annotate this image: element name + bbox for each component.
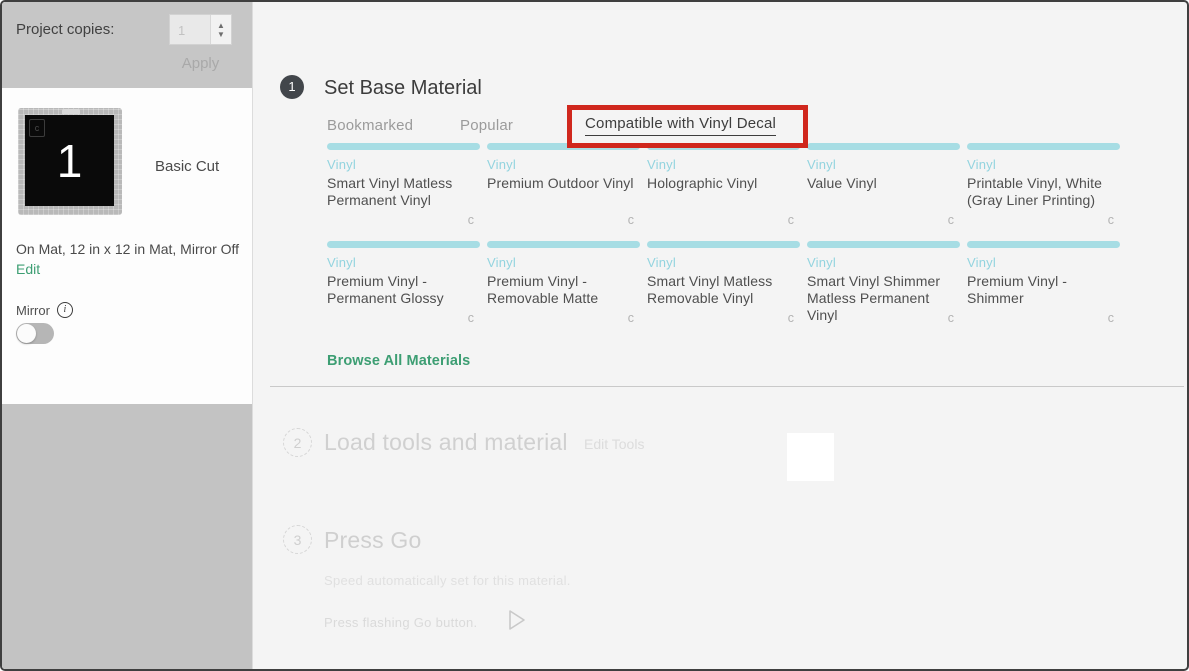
card-name: Premium Vinyl - Shimmer — [967, 273, 1120, 307]
material-card[interactable]: Vinyl Smart Vinyl Matless Removable Viny… — [647, 241, 800, 327]
cricut-badge-icon: c — [788, 311, 794, 325]
cricut-badge-icon: c — [468, 213, 474, 227]
section-divider — [270, 386, 1184, 387]
mat-number: 1 — [57, 134, 83, 188]
edit-tools-link[interactable]: Edit Tools — [584, 436, 644, 452]
card-name: Smart Vinyl Matless Permanent Vinyl — [327, 175, 480, 209]
card-category: Vinyl — [647, 157, 800, 172]
material-card[interactable]: Vinyl Premium Vinyl - Shimmer c — [967, 241, 1120, 327]
sidebar: Project copies: 1 ▲ ▼ Apply c 1 Basic Cu… — [2, 2, 253, 669]
press-note: Press flashing Go button. — [324, 615, 477, 630]
cricut-badge-icon: c — [628, 311, 634, 325]
go-button-icon — [504, 607, 528, 633]
card-name: Printable Vinyl, White (Gray Liner Print… — [967, 175, 1120, 209]
card-category: Vinyl — [327, 157, 480, 172]
copies-spinner[interactable]: ▲ ▼ — [210, 15, 231, 44]
materials-grid: Vinyl Smart Vinyl Matless Permanent Viny… — [327, 143, 1120, 327]
card-category: Vinyl — [807, 255, 960, 270]
spinner-down-icon[interactable]: ▼ — [217, 30, 225, 39]
card-accent-bar — [967, 143, 1120, 150]
mirror-label: Mirror — [16, 303, 50, 318]
speed-note: Speed automatically set for this materia… — [324, 573, 571, 588]
mat-preview: c 1 — [25, 115, 114, 206]
material-card[interactable]: Vinyl Value Vinyl c — [807, 143, 960, 229]
material-card[interactable]: Vinyl Premium Vinyl - Permanent Glossy c — [327, 241, 480, 327]
card-category: Vinyl — [967, 157, 1120, 172]
mat-details: On Mat, 12 in x 12 in Mat, Mirror Off — [16, 241, 248, 257]
project-copies-label: Project copies: — [16, 21, 114, 38]
step2-title: Load tools and material — [324, 429, 568, 456]
step3-badge: 3 — [283, 525, 312, 554]
card-accent-bar — [807, 241, 960, 248]
sidebar-bottom-panel — [2, 404, 252, 671]
card-category: Vinyl — [487, 157, 640, 172]
card-accent-bar — [807, 143, 960, 150]
card-name: Smart Vinyl Matless Removable Vinyl — [647, 273, 800, 307]
edit-mat-link[interactable]: Edit — [16, 261, 40, 277]
tab-popular[interactable]: Popular — [460, 117, 513, 134]
project-copies-value[interactable]: 1 — [170, 15, 210, 44]
project-copies-input[interactable]: 1 ▲ ▼ — [169, 14, 232, 45]
card-name: Premium Vinyl - Removable Matte — [487, 273, 640, 307]
mat-tab-notch — [62, 109, 80, 114]
card-category: Vinyl — [487, 255, 640, 270]
card-category: Vinyl — [647, 255, 800, 270]
cricut-logo-icon: c — [29, 119, 45, 137]
tab-compatible[interactable]: Compatible with Vinyl Decal — [585, 115, 776, 136]
tab-bookmarked[interactable]: Bookmarked — [327, 117, 413, 134]
mirror-toggle[interactable] — [16, 323, 54, 344]
step3-title: Press Go — [324, 527, 421, 554]
card-name: Premium Outdoor Vinyl — [487, 175, 640, 192]
card-name: Premium Vinyl - Permanent Glossy — [327, 273, 480, 307]
white-patch — [787, 433, 834, 481]
material-card[interactable]: Vinyl Smart Vinyl Matless Permanent Viny… — [327, 143, 480, 229]
card-category: Vinyl — [327, 255, 480, 270]
cricut-badge-icon: c — [1108, 213, 1114, 227]
cricut-badge-icon: c — [468, 311, 474, 325]
spinner-up-icon[interactable]: ▲ — [217, 21, 225, 30]
card-category: Vinyl — [967, 255, 1120, 270]
mirror-toggle-knob — [17, 324, 36, 343]
step1-badge: 1 — [280, 75, 304, 99]
cricut-badge-icon: c — [948, 311, 954, 325]
material-card[interactable]: Vinyl Smart Vinyl Shimmer Matless Perman… — [807, 241, 960, 327]
info-icon[interactable]: i — [57, 302, 73, 318]
mirror-row: Mirror i — [16, 302, 73, 318]
mat-cut-type: Basic Cut — [155, 158, 219, 175]
card-accent-bar — [487, 143, 640, 150]
card-accent-bar — [647, 143, 800, 150]
card-name: Value Vinyl — [807, 175, 960, 192]
project-copies-panel: Project copies: 1 ▲ ▼ Apply — [2, 2, 252, 88]
mat-thumbnail[interactable]: c 1 — [18, 108, 122, 215]
browse-all-materials-link[interactable]: Browse All Materials — [327, 353, 470, 369]
card-name: Smart Vinyl Shimmer Matless Permanent Vi… — [807, 273, 960, 324]
card-category: Vinyl — [807, 157, 960, 172]
material-card[interactable]: Vinyl Holographic Vinyl c — [647, 143, 800, 229]
card-accent-bar — [327, 241, 480, 248]
cricut-badge-icon: c — [628, 213, 634, 227]
material-card[interactable]: Vinyl Printable Vinyl, White (Gray Liner… — [967, 143, 1120, 229]
card-accent-bar — [967, 241, 1120, 248]
card-accent-bar — [487, 241, 640, 248]
cricut-badge-icon: c — [948, 213, 954, 227]
cricut-badge-icon: c — [788, 213, 794, 227]
make-it-window: Project copies: 1 ▲ ▼ Apply c 1 Basic Cu… — [0, 0, 1189, 671]
card-name: Holographic Vinyl — [647, 175, 800, 192]
step2-badge: 2 — [283, 428, 312, 457]
material-card[interactable]: Vinyl Premium Outdoor Vinyl c — [487, 143, 640, 229]
apply-button[interactable]: Apply — [169, 55, 232, 72]
card-accent-bar — [647, 241, 800, 248]
cricut-badge-icon: c — [1108, 311, 1114, 325]
card-accent-bar — [327, 143, 480, 150]
material-card[interactable]: Vinyl Premium Vinyl - Removable Matte c — [487, 241, 640, 327]
step1-title: Set Base Material — [324, 77, 482, 100]
